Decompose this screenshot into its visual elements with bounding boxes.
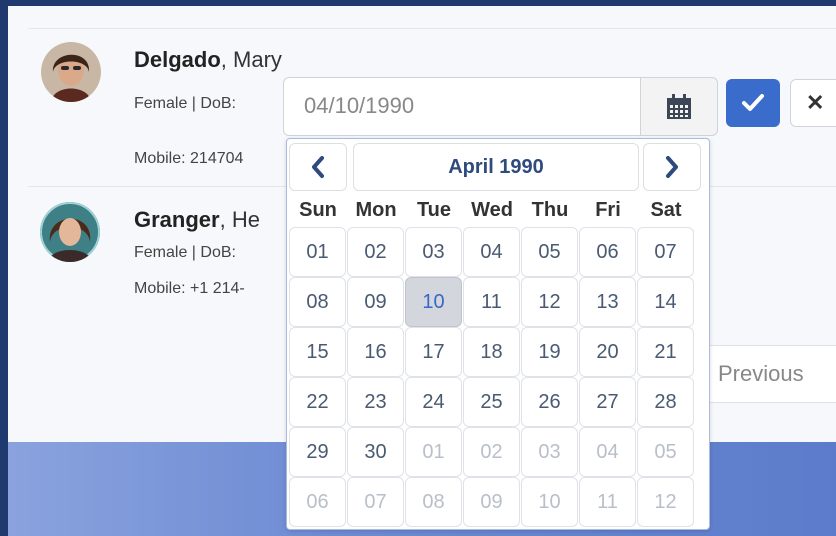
calendar-day[interactable]: 18 [463,327,520,377]
calendar-day[interactable]: 10 [521,477,578,527]
calendar-day[interactable]: 06 [579,227,636,277]
calendar-day[interactable]: 17 [405,327,462,377]
calendar-day[interactable]: 02 [463,427,520,477]
calendar-day[interactable]: 12 [521,277,578,327]
calendar-day[interactable]: 21 [637,327,694,377]
avatar [40,202,100,262]
calendar-day[interactable]: 20 [579,327,636,377]
weekday-label: Mon [355,199,397,221]
calendar-day-grid: 01 02 03 04 05 06 07 08 09 10 11 12 13 14 15 16 17 18 19 20… [289,227,695,527]
calendar-day[interactable]: 07 [347,477,404,527]
calendar-icon [667,93,691,119]
calendar-day[interactable]: 03 [521,427,578,477]
calendar-day[interactable]: 01 [405,427,462,477]
calendar-day[interactable]: 05 [637,427,694,477]
contacts-panel: Delgado, Mary Female | DoB: Mobile: 2147… [8,6,836,536]
weekday-label: Sun [299,199,337,221]
weekday-label: Sat [650,199,682,221]
calendar-day[interactable]: 09 [463,477,520,527]
contact-name[interactable]: Delgado, Mary [134,47,282,73]
calendar-day[interactable]: 02 [347,227,404,277]
avatar [41,42,101,102]
chevron-left-icon [312,156,324,178]
weekday-header: Sun Mon Tue Wed Thu Fri Sat [289,199,695,222]
calendar-day[interactable]: 22 [289,377,346,427]
calendar-day[interactable]: 04 [579,427,636,477]
contact-first-name: He [231,207,260,232]
calendar-day[interactable]: 07 [637,227,694,277]
calendar-day[interactable]: 27 [579,377,636,427]
contact-meta: Female | DoB: [134,244,236,261]
calendar-day[interactable]: 13 [579,277,636,327]
contact-last-name: Granger [134,207,220,232]
contact-first-name: Mary [233,47,282,72]
weekday-label: Fri [595,199,621,221]
chevron-right-icon [666,156,678,178]
calendar-day[interactable]: 06 [289,477,346,527]
confirm-button[interactable] [726,79,780,127]
calendar-day[interactable]: 04 [463,227,520,277]
weekday-label: Thu [531,199,569,221]
calendar-day[interactable]: 03 [405,227,462,277]
calendar-toggle-button[interactable] [640,77,718,136]
weekday-label: Tue [416,199,452,221]
calendar-day[interactable]: 11 [579,477,636,527]
calendar-day[interactable]: 15 [289,327,346,377]
calendar-day[interactable]: 05 [521,227,578,277]
calendar-day[interactable]: 11 [463,277,520,327]
calendar-day[interactable]: 19 [521,327,578,377]
calendar-day[interactable]: 01 [289,227,346,277]
calendar-header: April 1990 [287,139,709,195]
previous-page-button[interactable]: Previous [705,345,836,403]
date-picker-popup: April 1990 Sun Mon Tue Wed Thu Fri Sat 0… [286,138,710,530]
calendar-day[interactable]: 30 [347,427,404,477]
calendar-day[interactable]: 25 [463,377,520,427]
calendar-day[interactable]: 26 [521,377,578,427]
calendar-day[interactable]: 29 [289,427,346,477]
previous-month-button[interactable] [289,143,347,191]
contact-last-name: Delgado [134,47,221,72]
calendar-day[interactable]: 28 [637,377,694,427]
contact-mobile: Mobile: 214704 [134,150,244,167]
calendar-day[interactable]: 16 [347,327,404,377]
calendar-day[interactable]: 08 [405,477,462,527]
divider [28,28,836,29]
calendar-day[interactable]: 23 [347,377,404,427]
dob-input[interactable]: 04/10/1990 [283,77,640,136]
contact-meta: Female | DoB: [134,95,236,112]
calendar-day-selected[interactable]: 10 [405,277,462,327]
calendar-day[interactable]: 09 [347,277,404,327]
next-month-button[interactable] [643,143,701,191]
contact-mobile: Mobile: +1 214- [134,280,245,297]
month-year-label[interactable]: April 1990 [353,143,639,191]
close-icon: ✕ [806,90,825,115]
weekday-label: Wed [471,199,513,221]
check-icon [742,94,764,111]
cancel-button[interactable]: ✕ [790,79,836,127]
calendar-day[interactable]: 24 [405,377,462,427]
contact-name[interactable]: Granger, He [134,207,260,233]
calendar-day[interactable]: 14 [637,277,694,327]
calendar-day[interactable]: 08 [289,277,346,327]
calendar-day[interactable]: 12 [637,477,694,527]
